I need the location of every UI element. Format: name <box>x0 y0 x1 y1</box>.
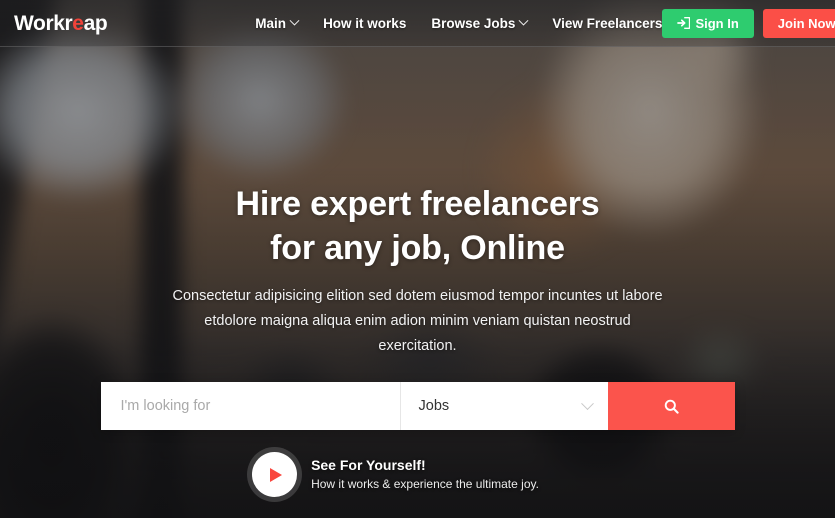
nav-item-how-it-works[interactable]: How it works <box>323 16 406 31</box>
sign-in-icon <box>677 17 691 29</box>
nav-item-main[interactable]: Main <box>255 15 300 31</box>
header-actions: Sign In Join Now <box>662 8 835 38</box>
logo-accent-letter: e <box>72 11 84 35</box>
hero-title: Hire expert freelancers for any job, Onl… <box>236 182 600 270</box>
play-video-button[interactable] <box>252 452 298 497</box>
hero-title-line-1: Hire expert freelancers <box>235 185 600 223</box>
sign-in-button-label: Sign In <box>695 15 739 31</box>
search-icon <box>664 399 679 414</box>
search-input[interactable] <box>100 382 400 430</box>
cta-text-block: See For Yourself! How it works & experie… <box>311 457 539 493</box>
nav-item-browse-jobs-label: Browse Jobs <box>431 15 516 31</box>
chevron-down-icon <box>580 396 594 410</box>
hero-subtitle: Consectetur adipisicing elition sed dote… <box>172 288 663 354</box>
join-now-button-label: Join Now <box>777 15 835 31</box>
nav-item-view-freelancers-label: View Freelancers <box>552 15 663 31</box>
nav-item-main-label: Main <box>255 15 287 31</box>
cta-subtitle: How it works & experience the ultimate j… <box>311 477 539 492</box>
landing-page: Workreap Main How it works Browse Jobs V… <box>0 0 835 518</box>
nav-item-how-it-works-label: How it works <box>323 15 407 31</box>
chevron-down-icon <box>289 15 300 26</box>
logo-text-after: ap <box>83 11 108 35</box>
search-category-dropdown[interactable]: Jobs <box>401 382 608 430</box>
search-category-value: Jobs <box>418 398 450 414</box>
cta-title: See For Yourself! <box>311 456 426 473</box>
nav-item-view-freelancers[interactable]: View Freelancers <box>552 16 662 31</box>
join-now-button[interactable]: Join Now <box>762 8 835 38</box>
chevron-down-icon <box>518 15 529 26</box>
nav-item-browse-jobs[interactable]: Browse Jobs <box>431 15 529 31</box>
play-icon <box>270 467 283 482</box>
see-for-yourself-cta[interactable]: See For Yourself! How it works & experie… <box>252 452 539 497</box>
main-navigation: Main How it works Browse Jobs View Freel… <box>255 15 662 31</box>
sign-in-button[interactable]: Sign In <box>662 8 754 38</box>
search-submit-button[interactable] <box>607 382 735 430</box>
hero-search-bar: Jobs <box>100 382 735 430</box>
site-logo[interactable]: Workreap <box>14 11 108 35</box>
hero-section: Hire expert freelancers for any job, Onl… <box>0 47 835 518</box>
logo-text-before: Workr <box>14 11 73 35</box>
site-header: Workreap Main How it works Browse Jobs V… <box>0 0 835 47</box>
hero-title-line-2: for any job, Online <box>270 229 565 267</box>
